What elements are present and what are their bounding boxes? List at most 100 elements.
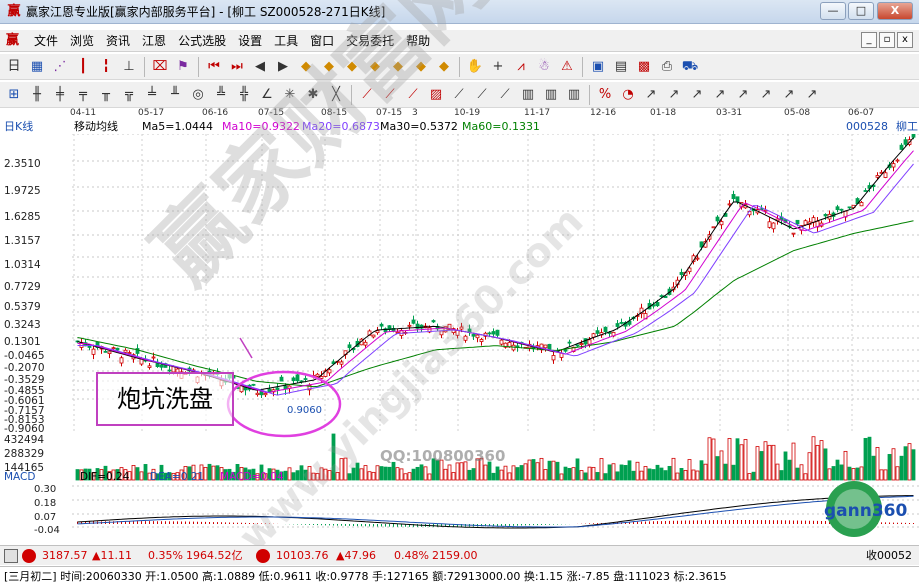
diamond4-icon[interactable]: ◆: [365, 57, 385, 77]
draw-box-icon[interactable]: ▨: [426, 85, 446, 105]
draw-star2-icon[interactable]: ✱: [303, 85, 323, 105]
last-icon[interactable]: ⏭: [227, 57, 247, 77]
print-icon[interactable]: ⎙: [657, 57, 677, 77]
candle-icon[interactable]: ⊥: [119, 57, 139, 77]
candle-body: [895, 159, 900, 162]
draw-arrow3-icon[interactable]: ↗: [687, 85, 707, 105]
menu-item-5[interactable]: 设置: [232, 33, 268, 49]
draw-fan4-icon[interactable]: ⟋: [449, 85, 469, 105]
alarm-icon[interactable]: ⚠: [557, 57, 577, 77]
draw-bars-icon[interactable]: ▥: [518, 85, 538, 105]
calendar-icon[interactable]: ▣: [588, 57, 608, 77]
period-select-icon[interactable]: 日: [4, 57, 24, 77]
note-icon[interactable]: ▤: [611, 57, 631, 77]
menu-item-2[interactable]: 资讯: [100, 33, 136, 49]
save-icon[interactable]: ▩: [634, 57, 654, 77]
draw-line5-icon[interactable]: ╦: [119, 85, 139, 105]
crosshair-icon[interactable]: +: [488, 57, 508, 77]
trend-icon[interactable]: ⩘: [511, 57, 531, 77]
menu-items: 文件 浏览 资讯 江恩 公式选股 设置 工具 窗口 交易委托 帮助: [28, 33, 436, 49]
window-title: 赢家江恩专业版[赢家内部服务平台] - [柳工 SZ000528-271日K线]: [26, 5, 386, 19]
chart-icon[interactable]: ▦: [27, 57, 47, 77]
draw-line1-icon[interactable]: ╫: [27, 85, 47, 105]
macd-tick: 0.18: [34, 498, 57, 509]
draw-arrow5-icon[interactable]: ↗: [733, 85, 753, 105]
menu-item-8[interactable]: 交易委托: [340, 33, 400, 49]
candle-body: [655, 302, 660, 307]
draw-line10-icon[interactable]: ╳: [326, 85, 346, 105]
draw-arrow7-icon[interactable]: ↗: [779, 85, 799, 105]
draw-fan3-icon[interactable]: ⟋: [403, 85, 423, 105]
status-bar: 3187.57 ▲11.11 0.35% 1964.52亿 10103.76 ▲…: [0, 545, 919, 565]
prev-icon[interactable]: ◀: [250, 57, 270, 77]
menu-item-6[interactable]: 工具: [268, 33, 304, 49]
draw-fan6-icon[interactable]: ⟋: [495, 85, 515, 105]
mdi-minimize-button[interactable]: _: [861, 32, 877, 48]
draw-grid-icon[interactable]: ⊞: [4, 85, 24, 105]
menu-item-9[interactable]: 帮助: [400, 33, 436, 49]
candle-body: [863, 190, 868, 192]
first-icon[interactable]: ⏮: [204, 57, 224, 77]
candle-body: [91, 348, 96, 355]
menu-item-1[interactable]: 浏览: [64, 33, 100, 49]
draw-bars2-icon[interactable]: ▥: [541, 85, 561, 105]
diamond3-icon[interactable]: ◆: [342, 57, 362, 77]
candle-body: [315, 373, 320, 377]
diamond2-icon[interactable]: ◆: [319, 57, 339, 77]
draw-circle-icon[interactable]: ◎: [188, 85, 208, 105]
draw-line3-icon[interactable]: ╤: [73, 85, 93, 105]
price-tick: 0.5379: [4, 301, 41, 313]
close-button[interactable]: X: [877, 2, 913, 20]
candle-body: [771, 222, 776, 230]
draw-arrow6-icon[interactable]: ↗: [756, 85, 776, 105]
draw-arrow8-icon[interactable]: ↗: [802, 85, 822, 105]
minimize-button[interactable]: —: [820, 2, 846, 20]
mdi-close-button[interactable]: x: [897, 32, 913, 48]
draw-fan2-icon[interactable]: ⟋: [380, 85, 400, 105]
formula-icon[interactable]: ⌧: [150, 57, 170, 77]
draw-angle-icon[interactable]: ∠: [257, 85, 277, 105]
mdi-restore-button[interactable]: ▫: [879, 32, 895, 48]
draw-bars3-icon[interactable]: ▥: [564, 85, 584, 105]
macd-plot[interactable]: [72, 484, 919, 544]
candle-body: [603, 326, 608, 333]
draw-clock-icon[interactable]: ◔: [618, 85, 638, 105]
ma-icon[interactable]: ⋰: [50, 57, 70, 77]
draw-line9-icon[interactable]: ╬: [234, 85, 254, 105]
draw-arrow4-icon[interactable]: ↗: [710, 85, 730, 105]
draw-fan5-icon[interactable]: ⟋: [472, 85, 492, 105]
draw-percent-icon[interactable]: %: [595, 85, 615, 105]
candle-body: [767, 221, 772, 228]
draw-fan1-icon[interactable]: ⟋: [357, 85, 377, 105]
candle-body: [263, 393, 268, 396]
bar-icon[interactable]: ╏: [96, 57, 116, 77]
draw-star-icon[interactable]: ✳: [280, 85, 300, 105]
candle-body: [495, 329, 500, 336]
menu-item-7[interactable]: 窗口: [304, 33, 340, 49]
flag-icon[interactable]: ⚑: [173, 57, 193, 77]
date-tick: 08-15: [321, 108, 348, 118]
diamond7-icon[interactable]: ◆: [434, 57, 454, 77]
draw-line8-icon[interactable]: ╩: [211, 85, 231, 105]
diamond1-icon[interactable]: ◆: [296, 57, 316, 77]
status-grid-icon[interactable]: [4, 549, 18, 563]
robot-icon[interactable]: ☃: [534, 57, 554, 77]
draw-arrow2-icon[interactable]: ↗: [664, 85, 684, 105]
draw-line4-icon[interactable]: ╥: [96, 85, 116, 105]
draw-line6-icon[interactable]: ╧: [142, 85, 162, 105]
menu-item-0[interactable]: 文件: [28, 33, 64, 49]
truck-icon[interactable]: ⛟: [680, 57, 700, 77]
menu-item-4[interactable]: 公式选股: [172, 33, 232, 49]
draw-line2-icon[interactable]: ╪: [50, 85, 70, 105]
maximize-button[interactable]: □: [848, 2, 874, 20]
diamond5-icon[interactable]: ◆: [388, 57, 408, 77]
draw-line7-icon[interactable]: ╨: [165, 85, 185, 105]
candle-body: [551, 355, 556, 361]
kline-icon[interactable]: ┃: [73, 57, 93, 77]
menu-item-3[interactable]: 江恩: [136, 33, 172, 49]
hand-icon[interactable]: ✋: [465, 57, 485, 77]
candle-body: [487, 332, 492, 335]
draw-arrow1-icon[interactable]: ↗: [641, 85, 661, 105]
next-icon[interactable]: ▶: [273, 57, 293, 77]
diamond6-icon[interactable]: ◆: [411, 57, 431, 77]
